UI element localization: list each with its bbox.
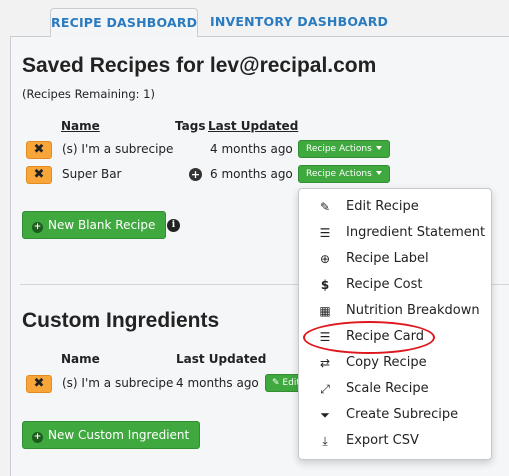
plus-circle-icon: + [32,432,43,443]
recipe-name[interactable]: Super Bar [62,167,122,181]
recipe-actions-label: Recipe Actions [306,144,372,154]
menu-item-export-csv[interactable]: ⤓ Export CSV [299,428,491,454]
menu-item-label: Export CSV [346,433,419,448]
menu-item-label: Copy Recipe [346,355,427,370]
delete-ingredient-button[interactable]: ✖ [26,375,52,393]
pencil-icon: ✎ [272,378,280,388]
column-header-name: Name [61,352,100,366]
filter-icon: ⏷ [320,408,330,422]
menu-item-recipe-cost[interactable]: $ Recipe Cost [299,272,491,298]
menu-item-recipe-card[interactable]: ☰ Recipe Card [299,324,491,350]
recipes-remaining: (Recipes Remaining: 1) [22,87,155,101]
menu-item-create-subrecipe[interactable]: ⏷ Create Subrecipe [299,402,491,428]
menu-item-scale-recipe[interactable]: ⤢ Scale Recipe [299,376,491,402]
recipe-actions-button[interactable]: Recipe Actions [298,140,390,158]
download-icon: ⤓ [322,434,328,448]
delete-recipe-button[interactable]: ✖ [26,166,52,184]
menu-item-ingredient-statement[interactable]: ☰ Ingredient Statement [299,220,491,246]
menu-item-label: Ingredient Statement [346,225,486,240]
recipe-actions-menu: ✎ Edit Recipe ☰ Ingredient Statement ⊕ R… [298,188,492,460]
retweet-icon: ⇄ [319,356,331,370]
ingredient-last-updated: 4 months ago [176,376,259,390]
caret-down-icon [375,146,382,150]
menu-item-label: Create Subrecipe [346,407,459,422]
column-header-last-updated: Last Updated [176,352,267,366]
delete-recipe-button[interactable]: ✖ [26,141,52,159]
menu-item-nutrition-breakdown[interactable]: ▦ Nutrition Breakdown [299,298,491,324]
recipe-actions-button[interactable]: Recipe Actions [298,165,390,183]
info-icon[interactable]: i [167,219,180,232]
column-header-tags: Tags [175,119,206,133]
menu-item-label: Edit Recipe [346,199,419,214]
new-custom-ingredient-label: New Custom Ingredient [48,428,190,442]
saved-recipes-title: Saved Recipes for lev@recipal.com [22,54,377,77]
list-icon: ☰ [319,226,331,240]
menu-item-label: Scale Recipe [346,381,429,396]
new-blank-recipe-button[interactable]: + New Blank Recipe [22,211,167,239]
menu-item-label: Recipe Cost [346,277,423,292]
add-tag-icon[interactable]: + [189,168,202,181]
menu-item-recipe-label[interactable]: ⊕ Recipe Label [299,246,491,272]
menu-item-copy-recipe[interactable]: ⇄ Copy Recipe [299,350,491,376]
tab-recipe-dashboard[interactable]: RECIPE DASHBOARD [50,8,198,37]
menu-item-edit-recipe[interactable]: ✎ Edit Recipe [299,194,491,220]
list-icon: ☰ [319,330,331,344]
pencil-icon: ✎ [319,200,331,214]
plus-circle-icon: + [32,222,43,233]
recipe-last-updated: 6 months ago [210,167,293,181]
menu-item-label: Recipe Card [346,329,424,344]
dashboard-tabs: RECIPE DASHBOARD INVENTORY DASHBOARD [0,0,509,37]
ingredient-name[interactable]: (s) I'm a subrecipe [62,376,173,390]
menu-item-label: Recipe Label [346,251,429,266]
dollar-icon: $ [320,278,330,292]
custom-ingredients-title: Custom Ingredients [22,309,220,332]
menu-item-label: Nutrition Breakdown [346,303,480,318]
new-custom-ingredient-button[interactable]: + New Custom Ingredient [22,421,201,449]
column-header-last-updated[interactable]: Last Updated [208,119,298,133]
recipe-name[interactable]: (s) I'm a subrecipe [62,142,173,156]
column-header-name[interactable]: Name [61,119,100,133]
grid-icon: ▦ [319,304,331,318]
expand-icon: ⤢ [320,382,330,396]
new-blank-recipe-label: New Blank Recipe [48,218,156,232]
recipe-actions-label: Recipe Actions [306,169,372,179]
tab-inventory-dashboard[interactable]: INVENTORY DASHBOARD [210,8,388,37]
recipe-last-updated: 4 months ago [210,142,293,156]
search-plus-icon: ⊕ [319,252,331,266]
caret-down-icon [375,171,382,175]
